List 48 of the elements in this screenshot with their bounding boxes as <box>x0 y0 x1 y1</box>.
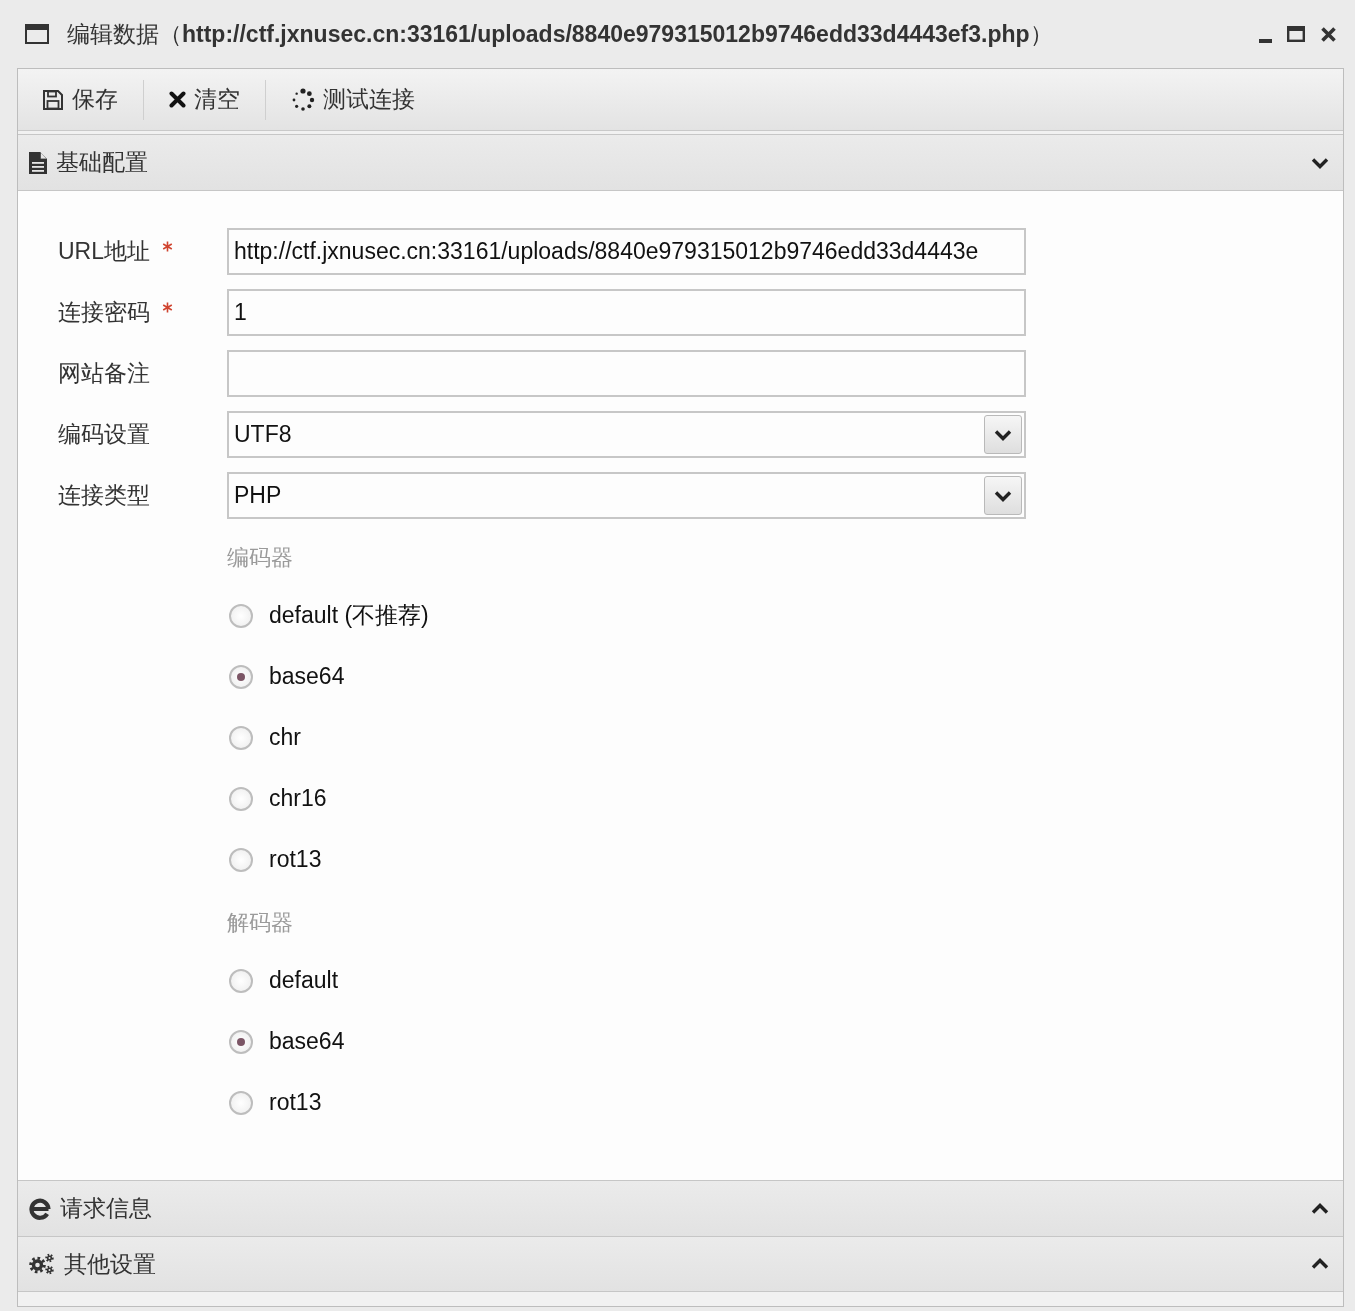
dropdown-button[interactable] <box>984 476 1022 515</box>
radio-button[interactable] <box>229 725 253 750</box>
chevron-down-icon <box>994 489 1012 502</box>
group-title: 编码器 <box>227 544 293 572</box>
radio-button[interactable] <box>229 603 253 628</box>
radio-label[interactable]: chr <box>269 720 301 755</box>
radio-label[interactable]: rot13 <box>269 842 322 877</box>
section-header[interactable]: 基础配置 <box>18 134 1343 190</box>
group-title: 解码器 <box>227 909 293 937</box>
section-header[interactable]: 其他设置 <box>18 1236 1343 1292</box>
radio-label[interactable]: default <box>269 963 339 998</box>
radio-label[interactable]: rot13 <box>269 1085 322 1120</box>
radio-button[interactable] <box>229 847 253 872</box>
test-connection-button[interactable]: 测试连接 <box>279 76 427 123</box>
radio-button[interactable] <box>229 786 253 811</box>
document-icon <box>29 151 47 174</box>
chevron-down-icon <box>994 428 1012 441</box>
field-label: 连接密码 <box>58 298 150 327</box>
x-mark-icon <box>169 91 186 108</box>
radio-label[interactable]: base64 <box>269 1024 345 1059</box>
field-label: URL地址 <box>58 237 150 266</box>
field-label: 连接类型 <box>58 481 150 510</box>
window-title: 编辑数据（http://ctf.jxnusec.cn:33161/uploads/8840e979315012b9746edd33d4443ef3.php） <box>67 19 1053 49</box>
save-button[interactable]: 保存 <box>30 76 130 123</box>
text-input[interactable] <box>227 350 1026 397</box>
dropdown-select[interactable]: UTF8 <box>227 411 1026 458</box>
gears-icon <box>29 1253 55 1275</box>
radio-label[interactable]: chr16 <box>269 781 327 816</box>
maximize-icon[interactable] <box>1287 26 1305 42</box>
radio-button[interactable] <box>229 664 253 689</box>
window-icon <box>25 24 49 44</box>
radio-label[interactable]: base64 <box>269 659 345 694</box>
field-label: 网站备注 <box>58 359 150 388</box>
radio-label[interactable]: default (不推荐) <box>269 598 429 633</box>
text-input[interactable]: http://ctf.jxnusec.cn:33161/uploads/8840e979315012b9746edd33d4443e <box>227 228 1026 275</box>
radio-button[interactable] <box>229 968 253 993</box>
dropdown-select[interactable]: PHP <box>227 472 1026 519</box>
e-icon <box>29 1197 51 1220</box>
dropdown-button[interactable] <box>984 415 1022 454</box>
radio-button[interactable] <box>229 1090 253 1115</box>
radio-button[interactable] <box>229 1029 253 1054</box>
close-icon[interactable] <box>1320 25 1337 43</box>
clear-button[interactable]: 清空 <box>157 76 252 123</box>
field-label: 编码设置 <box>58 420 150 449</box>
minimize-icon[interactable] <box>1259 39 1272 43</box>
dotted-circle-icon <box>291 87 315 112</box>
text-input[interactable]: 1 <box>227 289 1026 336</box>
section-header[interactable]: 请求信息 <box>18 1180 1343 1236</box>
